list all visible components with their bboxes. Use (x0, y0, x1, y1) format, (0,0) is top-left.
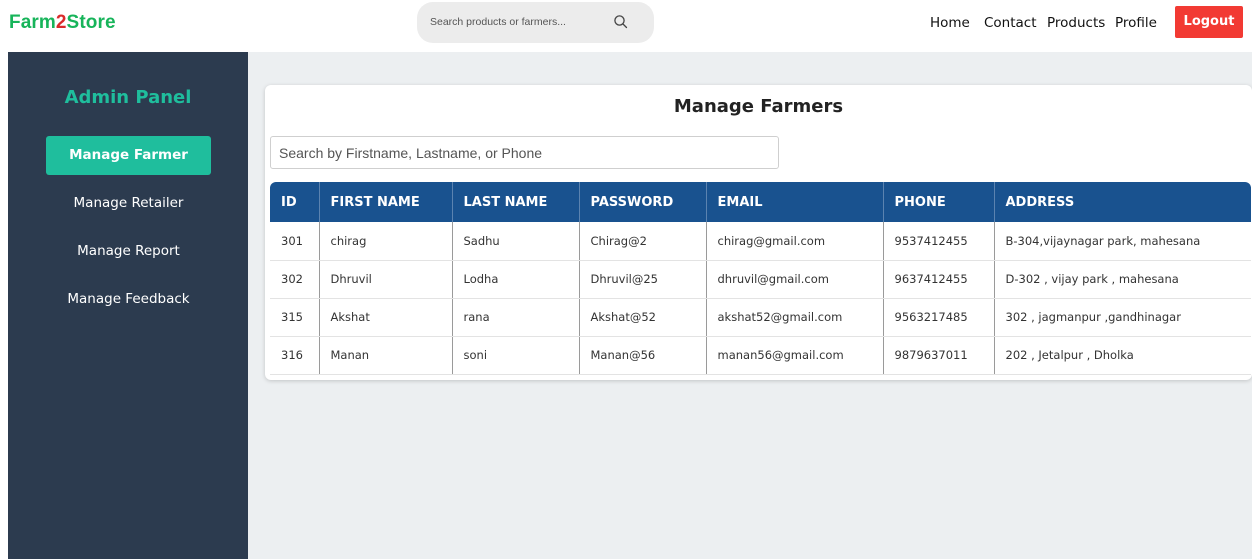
table-header-row: ID FIRST NAME LAST NAME PASSWORD EMAIL P… (270, 182, 1251, 222)
farmer-search-input[interactable] (270, 136, 779, 169)
global-search-input[interactable]: Search products or farmers... (430, 16, 566, 28)
cell-address: 202 , Jetalpur , Dholka (994, 336, 1251, 375)
cell-first-name: chirag (319, 222, 453, 261)
table-row[interactable]: 315 Akshat rana Akshat@52 akshat52@gmail… (270, 298, 1251, 337)
sidebar-item-manage-feedback[interactable]: Manage Feedback (46, 280, 211, 319)
cell-id: 302 (270, 260, 320, 299)
farmers-table: ID FIRST NAME LAST NAME PASSWORD EMAIL P… (270, 182, 1251, 375)
column-header-first-name[interactable]: FIRST NAME (319, 182, 453, 222)
table-row[interactable]: 302 Dhruvil Lodha Dhruvil@25 dhruvil@gma… (270, 260, 1251, 299)
main-content: Manage Farmers ID FIRST NAME LAST NAME P… (248, 52, 1252, 559)
nav-contact-link[interactable]: Contact (984, 15, 1037, 31)
cell-first-name: Manan (319, 336, 453, 375)
cell-password: Akshat@52 (579, 298, 707, 337)
sidebar-title: Admin Panel (64, 87, 192, 108)
cell-address: B-304,vijaynagar park, mahesana (994, 222, 1251, 261)
cell-last-name: Lodha (452, 260, 580, 299)
cell-phone: 9879637011 (883, 336, 995, 375)
top-navbar: Farm2Store Search products or farmers...… (0, 0, 1252, 46)
column-header-id[interactable]: ID (270, 182, 320, 222)
cell-email: chirag@gmail.com (706, 222, 884, 261)
cell-id: 316 (270, 336, 320, 375)
cell-first-name: Akshat (319, 298, 453, 337)
cell-phone: 9537412455 (883, 222, 995, 261)
brand-part-1: Farm (9, 12, 56, 33)
column-header-address[interactable]: ADDRESS (994, 182, 1251, 222)
brand-logo[interactable]: Farm2Store (9, 12, 116, 34)
cell-address: D-302 , vijay park , mahesana (994, 260, 1251, 299)
search-icon[interactable] (613, 14, 629, 30)
sidebar-item-manage-report[interactable]: Manage Report (46, 232, 211, 271)
table-row[interactable]: 301 chirag Sadhu Chirag@2 chirag@gmail.c… (270, 222, 1251, 261)
farmers-card: Manage Farmers ID FIRST NAME LAST NAME P… (265, 85, 1252, 380)
logout-button[interactable]: Logout (1175, 6, 1243, 38)
cell-id: 315 (270, 298, 320, 337)
cell-phone: 9563217485 (883, 298, 995, 337)
cell-address: 302 , jagmanpur ,gandhinagar (994, 298, 1251, 337)
cell-password: Chirag@2 (579, 222, 707, 261)
cell-last-name: rana (452, 298, 580, 337)
brand-part-3: Store (66, 12, 116, 33)
cell-email: akshat52@gmail.com (706, 298, 884, 337)
brand-part-2: 2 (55, 12, 67, 33)
sidebar-item-manage-retailer[interactable]: Manage Retailer (46, 184, 211, 223)
cell-last-name: soni (452, 336, 580, 375)
nav-products-link[interactable]: Products (1047, 15, 1105, 31)
admin-sidebar: Admin Panel Manage Farmer Manage Retaile… (8, 52, 248, 559)
cell-email: dhruvil@gmail.com (706, 260, 884, 299)
cell-password: Dhruvil@25 (579, 260, 707, 299)
cell-id: 301 (270, 222, 320, 261)
cell-email: manan56@gmail.com (706, 336, 884, 375)
cell-last-name: Sadhu (452, 222, 580, 261)
table-row[interactable]: 316 Manan soni Manan@56 manan56@gmail.co… (270, 336, 1251, 375)
column-header-email[interactable]: EMAIL (706, 182, 884, 222)
global-search-box[interactable]: Search products or farmers... (417, 2, 654, 43)
column-header-last-name[interactable]: LAST NAME (452, 182, 580, 222)
nav-home-link[interactable]: Home (930, 15, 970, 31)
cell-phone: 9637412455 (883, 260, 995, 299)
cell-password: Manan@56 (579, 336, 707, 375)
nav-profile-link[interactable]: Profile (1115, 15, 1157, 31)
cell-first-name: Dhruvil (319, 260, 453, 299)
sidebar-item-manage-farmer[interactable]: Manage Farmer (46, 136, 211, 175)
column-header-password[interactable]: PASSWORD (579, 182, 707, 222)
page-title: Manage Farmers (673, 96, 844, 117)
column-header-phone[interactable]: PHONE (883, 182, 995, 222)
